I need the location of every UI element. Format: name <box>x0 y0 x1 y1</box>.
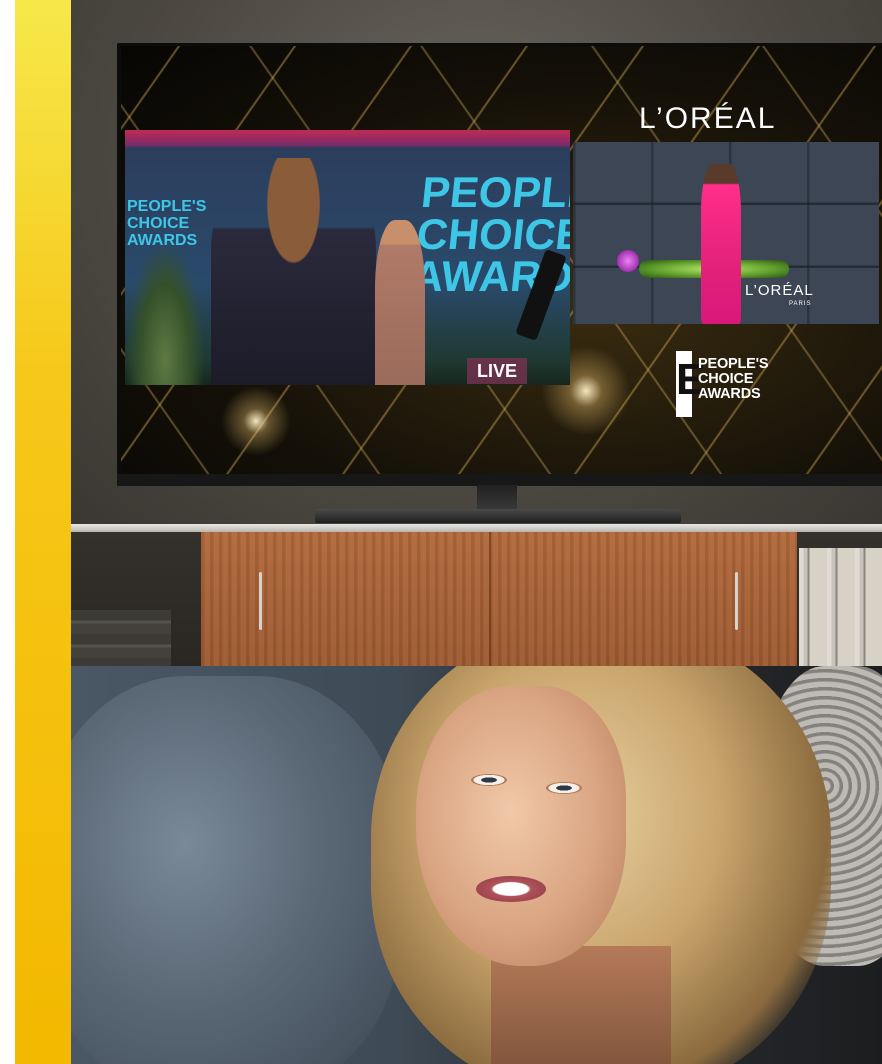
show-logo-line: CHOICE <box>698 371 754 387</box>
eye <box>546 782 582 794</box>
show-logo-text: PEOPLE'S CHOICE AWARDS <box>698 356 769 402</box>
sponsor-logo: L’ORÉAL <box>639 102 777 135</box>
pillow <box>71 676 401 1064</box>
plant <box>125 240 205 385</box>
cabinet-handle <box>259 572 262 630</box>
interviewee <box>211 158 376 385</box>
ad-brand: L’ORÉAL <box>745 282 814 299</box>
ad-window: L’ORÉAL PARIS <box>573 142 879 324</box>
sparkle-glow <box>221 386 291 456</box>
cabinet-divider <box>489 532 491 666</box>
viewer-photo <box>71 666 882 1064</box>
living-room-scene: L’ORÉAL PEOPLE'S CHOICE AWARDS PEOPLE'S … <box>71 0 882 1064</box>
smiling-face <box>416 686 626 966</box>
tv-stand-neck <box>477 485 517 511</box>
television: L’ORÉAL PEOPLE'S CHOICE AWARDS PEOPLE'S … <box>117 43 882 486</box>
smile <box>476 876 546 902</box>
show-logo-line: PEOPLE'S <box>698 356 769 372</box>
cabinet-handle <box>735 572 738 630</box>
tv-screen: L’ORÉAL PEOPLE'S CHOICE AWARDS PEOPLE'S … <box>121 46 882 474</box>
accent-bar <box>15 0 71 1064</box>
books-stack <box>71 610 171 666</box>
show-logo-line: AWARDS <box>698 386 761 402</box>
e-logo-icon: E <box>676 351 705 417</box>
show-logo: E PEOPLE'S CHOICE AWARDS <box>676 351 796 421</box>
ad-flower <box>617 250 639 272</box>
eye <box>471 774 507 786</box>
tv-stand-base <box>315 509 681 523</box>
books-row <box>799 548 882 666</box>
shelf-top <box>71 524 882 532</box>
wood-cabinet <box>201 532 797 666</box>
background-person <box>375 220 425 385</box>
ad-brand-sub: PARIS <box>789 301 812 307</box>
live-feed-window: PEOPLE'S CHOICE AWARDS PEOPLE'S CHOICE A… <box>125 130 570 385</box>
live-badge: LIVE <box>467 358 527 384</box>
ad-model <box>701 164 741 324</box>
